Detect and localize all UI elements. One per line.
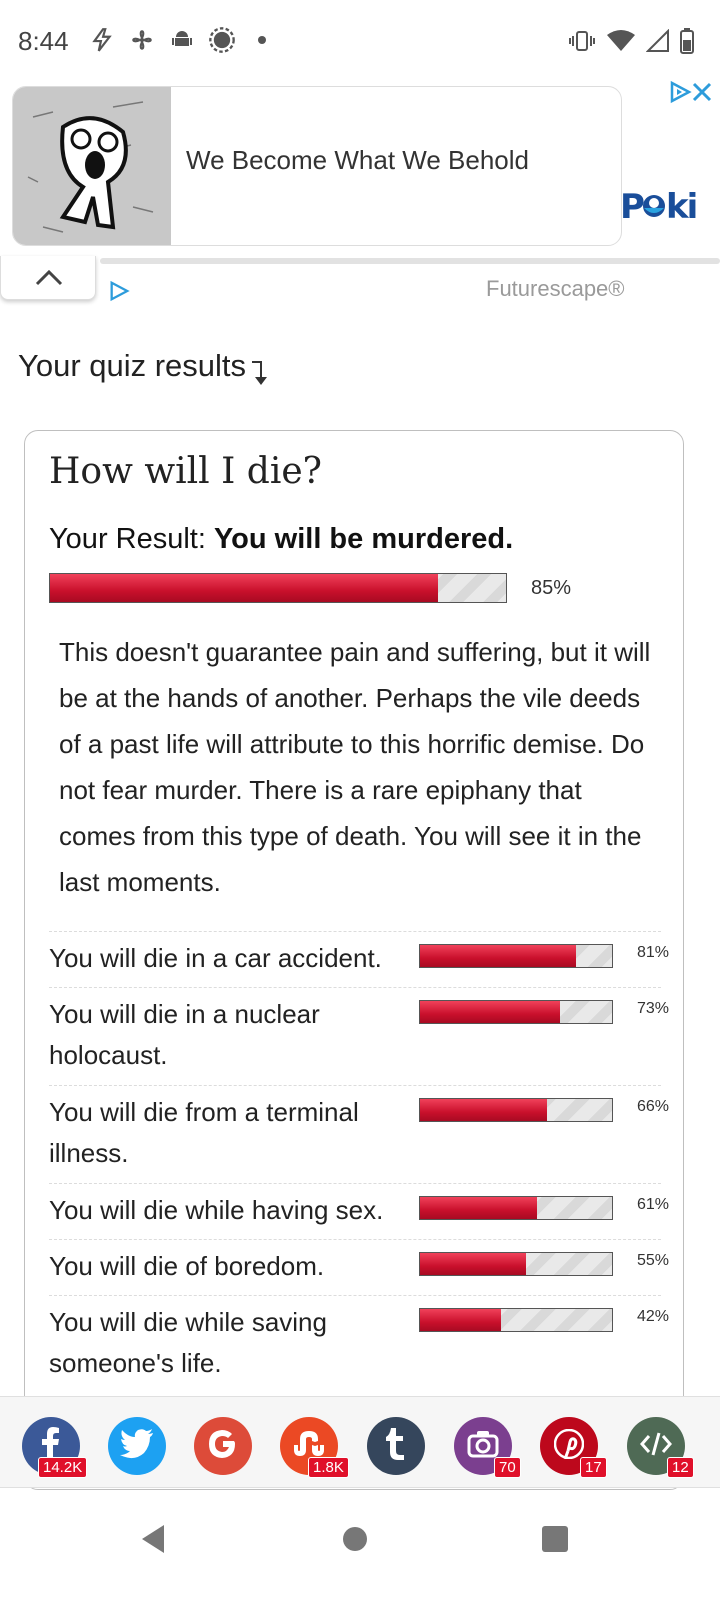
result-description: This doesn't guarantee pain and sufferin… xyxy=(59,637,651,897)
other-result-label: You will die in a car accident. xyxy=(49,943,382,973)
other-result-bar-fill xyxy=(420,1099,547,1121)
svg-text:P: P xyxy=(620,187,644,226)
poki-logo: P ki xyxy=(620,186,700,235)
other-result-percent: 73% xyxy=(637,1000,670,1017)
ad-title[interactable]: We Become What We Behold xyxy=(186,145,529,176)
home-button[interactable] xyxy=(340,1522,370,1561)
status-right-icons xyxy=(568,28,694,59)
result-card: How will I die? Your Result: You will be… xyxy=(24,430,684,1490)
brightness-icon xyxy=(208,26,236,54)
other-result-bar-fill xyxy=(420,1001,561,1023)
other-result-bar xyxy=(419,1196,613,1220)
back-button[interactable] xyxy=(138,1522,168,1561)
other-result-row: You will die in a car accident. 81% xyxy=(49,931,669,987)
other-result-label: You will die from a terminal illness. xyxy=(49,1097,359,1168)
other-result-row: You will die of boredom. 55% xyxy=(49,1239,669,1295)
other-result-bar xyxy=(419,1308,613,1332)
other-result-percent: 81% xyxy=(637,944,670,961)
recents-button[interactable] xyxy=(540,1522,570,1561)
other-result-label: You will die of boredom. xyxy=(49,1251,325,1281)
recents-square-icon xyxy=(542,1526,568,1552)
stumbleupon-share-count: 1.8K xyxy=(308,1457,349,1478)
ad-choices-small-icon[interactable] xyxy=(108,280,130,307)
ad-choices-icon[interactable] xyxy=(668,80,692,104)
other-result-row: You will die in a nuclear holocaust. 73% xyxy=(49,987,669,1085)
other-result-bar-fill xyxy=(420,945,576,967)
other-result-bar xyxy=(419,1098,613,1122)
bolt-icon xyxy=(88,26,116,54)
quiz-results-heading-text: Your quiz results xyxy=(18,348,247,383)
navigation-bar xyxy=(0,1490,720,1600)
vibrate-icon xyxy=(568,29,596,58)
tumblr-icon xyxy=(385,1427,407,1465)
result-progress-bar xyxy=(49,573,507,603)
tumblr-share-button[interactable] xyxy=(367,1417,425,1475)
result-prefix: Your Result: xyxy=(49,523,214,555)
svg-text:ki: ki xyxy=(666,187,696,226)
other-result-percent: 66% xyxy=(637,1098,670,1115)
result-value: You will be murdered. xyxy=(213,523,514,555)
status-bar: 8:44 xyxy=(0,0,720,84)
other-result-label: You will die while having sex. xyxy=(49,1195,384,1225)
chevron-up-icon xyxy=(35,269,63,286)
twitter-share-button[interactable] xyxy=(108,1417,166,1475)
other-result-bar-fill xyxy=(420,1253,526,1275)
other-result-percent: 42% xyxy=(637,1308,670,1325)
other-result-label: You will die while saving someone's life… xyxy=(49,1307,327,1378)
dot-icon xyxy=(248,26,276,54)
collapse-ad-button[interactable] xyxy=(0,256,96,300)
result-line: Your Result: You will be murdered. xyxy=(49,523,513,556)
arrow-down-right-icon xyxy=(250,358,268,394)
other-result-bar xyxy=(419,1000,613,1024)
fan-icon xyxy=(128,26,156,54)
share-bar: 14.2K 1.8K 70 17 12 xyxy=(0,1396,720,1488)
other-result-row: You will die while saving someone's life… xyxy=(49,1295,669,1393)
ad-banner[interactable]: We Become What We Behold xyxy=(12,86,622,246)
instagram-share-count: 70 xyxy=(494,1457,521,1478)
other-result-bar-fill xyxy=(420,1197,538,1219)
quiz-results-heading: Your quiz results xyxy=(18,348,268,394)
google-icon xyxy=(207,1428,239,1465)
google-share-button[interactable] xyxy=(194,1417,252,1475)
wifi-icon xyxy=(606,29,636,58)
ad-advertiser-label[interactable]: Futurescape® xyxy=(486,276,625,302)
quiz-title: How will I die? xyxy=(49,451,322,492)
android-icon xyxy=(168,26,196,54)
ad-close-icon[interactable] xyxy=(690,80,714,104)
ad-divider xyxy=(100,258,720,264)
other-result-bar xyxy=(419,1252,613,1276)
status-left-icons xyxy=(88,26,276,54)
battery-icon xyxy=(680,28,694,59)
facebook-share-count: 14.2K xyxy=(38,1457,88,1478)
result-progress-fill xyxy=(50,574,438,602)
home-circle-icon xyxy=(343,1527,367,1551)
other-result-percent: 55% xyxy=(637,1252,670,1269)
status-time: 8:44 xyxy=(18,26,69,56)
other-result-label: You will die in a nuclear holocaust. xyxy=(49,999,320,1070)
twitter-icon xyxy=(120,1428,154,1464)
other-result-row: You will die while having sex. 61% xyxy=(49,1183,669,1239)
back-triangle-icon xyxy=(142,1525,164,1553)
embed-share-count: 12 xyxy=(667,1457,694,1478)
other-result-bar-fill xyxy=(420,1309,501,1331)
signal-icon xyxy=(645,28,670,58)
other-result-bar xyxy=(419,944,613,968)
other-result-percent: 61% xyxy=(637,1196,670,1213)
result-percent: 85% xyxy=(531,577,572,599)
ad-sub-row: Futurescape® xyxy=(0,256,720,306)
pinterest-share-count: 17 xyxy=(580,1457,607,1478)
other-result-row: You will die from a terminal illness. 66% xyxy=(49,1085,669,1183)
ad-thumbnail xyxy=(13,87,171,245)
